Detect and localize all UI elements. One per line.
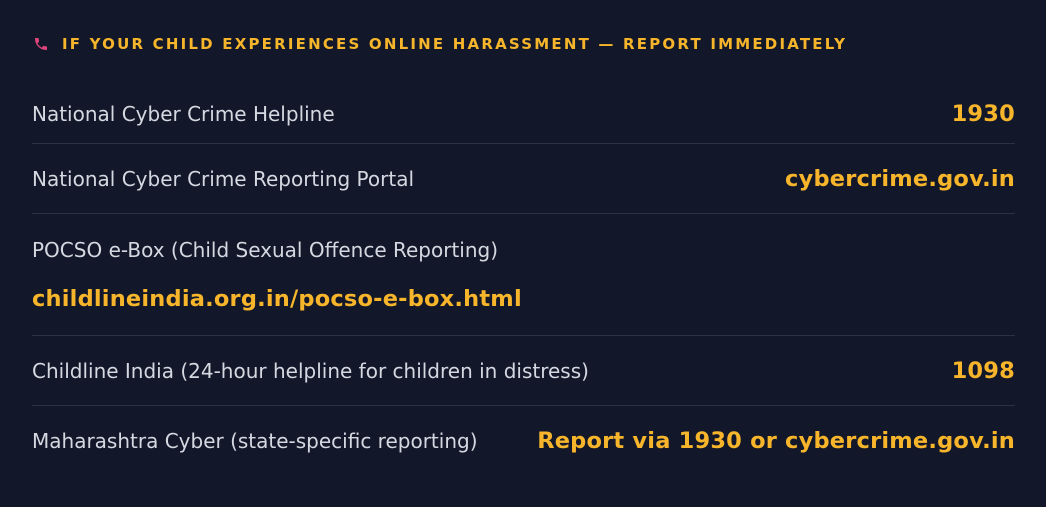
contact-value[interactable]: 1930	[952, 101, 1015, 127]
contact-label: National Cyber Crime Helpline	[32, 101, 335, 126]
panel-title: If your child experiences online harassm…	[62, 35, 848, 53]
panel-header: If your child experiences online harassm…	[32, 0, 1015, 88]
contact-value[interactable]: cybercrime.gov.in	[785, 166, 1015, 192]
contact-value[interactable]: childlineindia.org.in/pocso-e-box.html	[32, 286, 522, 312]
contact-label: Childline India (24-hour helpline for ch…	[32, 358, 589, 383]
contact-label: POCSO e-Box (Child Sexual Offence Report…	[32, 237, 499, 262]
contact-row-pocso-ebox: POCSO e-Box (Child Sexual Offence Report…	[32, 214, 1015, 336]
contact-row-maharashtra-cyber: Maharashtra Cyber (state-specific report…	[32, 406, 1015, 476]
contact-label: National Cyber Crime Reporting Portal	[32, 166, 415, 191]
phone-icon	[32, 35, 50, 53]
contact-row-childline: Childline India (24-hour helpline for ch…	[32, 336, 1015, 406]
contact-value[interactable]: 1098	[952, 358, 1015, 384]
contact-row-cyber-helpline: National Cyber Crime Helpline 1930	[32, 84, 1015, 144]
reporting-panel: If your child experiences online harassm…	[0, 0, 1046, 507]
contact-value[interactable]: Report via 1930 or cybercrime.gov.in	[537, 428, 1015, 454]
contact-label: Maharashtra Cyber (state-specific report…	[32, 429, 478, 453]
contact-row-reporting-portal: National Cyber Crime Reporting Portal cy…	[32, 144, 1015, 214]
